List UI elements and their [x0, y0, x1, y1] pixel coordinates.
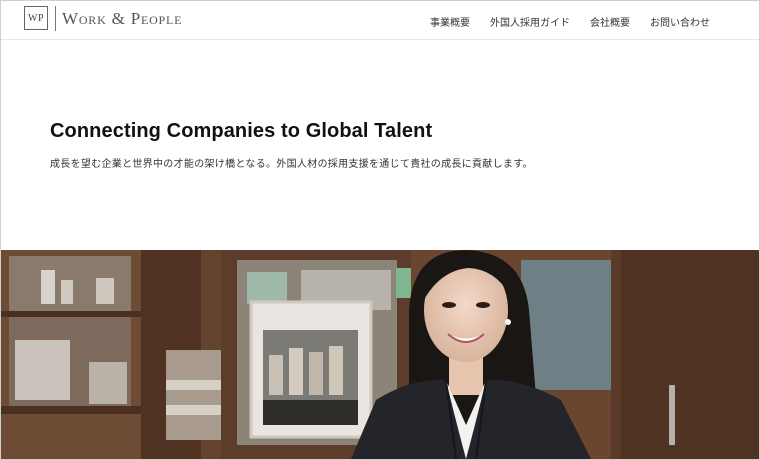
nav-item-contact[interactable]: お問い合わせ: [650, 14, 710, 29]
hero-photo-illustration: [1, 250, 759, 459]
hero-subtitle: 成長を望む企業と世界中の才能の架け橋となる。外国人材の採用支援を通じて貴社の成長…: [50, 159, 533, 170]
main-nav: 事業概要 外国人採用ガイド 会社概要 お問い合わせ: [410, 14, 710, 29]
hero-section: Connecting Companies to Global Talent 成長…: [50, 120, 533, 170]
logo-wordmark[interactable]: Work & People: [62, 9, 182, 29]
hero-photo: [1, 250, 759, 459]
nav-item-hiring-guide[interactable]: 外国人採用ガイド: [490, 14, 570, 29]
brand-name: Work & People: [62, 9, 183, 28]
nav-item-company-profile[interactable]: 会社概要: [590, 14, 630, 29]
logo-mark[interactable]: WP: [24, 6, 48, 30]
hero-title: Connecting Companies to Global Talent: [50, 120, 433, 142]
logo-divider: [55, 6, 56, 31]
nav-item-business-overview[interactable]: 事業概要: [430, 14, 470, 29]
site-header: WP Work & People 事業概要 外国人採用ガイド 会社概要 お問い合…: [0, 0, 760, 40]
